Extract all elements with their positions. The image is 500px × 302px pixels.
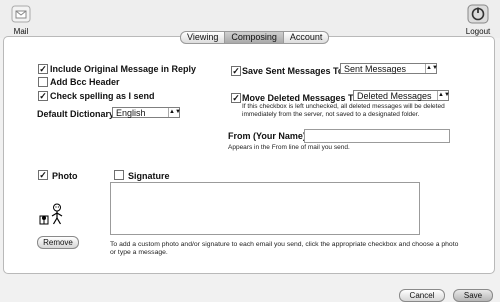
chevron-down-icon: ▲▼ xyxy=(425,64,438,73)
tab-viewing[interactable]: Viewing xyxy=(180,31,226,44)
remove-photo-button[interactable]: Remove xyxy=(37,236,79,249)
chevron-down-icon: ▲▼ xyxy=(168,108,181,117)
cancel-button[interactable]: Cancel xyxy=(399,289,445,302)
tab-bar: Viewing Composing Account xyxy=(180,31,330,44)
deleted-folder-select[interactable]: Deleted Messages ▲▼ xyxy=(353,90,450,101)
from-name-label: From (Your Name) : xyxy=(228,131,312,141)
dictionary-select[interactable]: English ▲▼ xyxy=(112,107,181,118)
signature-textarea[interactable] xyxy=(110,182,420,235)
save-sent-label: Save Sent Messages To: xyxy=(242,66,347,76)
tab-composing[interactable]: Composing xyxy=(225,31,284,44)
check-spelling-checkbox[interactable]: ✓ xyxy=(38,91,48,101)
sent-folder-select[interactable]: Sent Messages ▲▼ xyxy=(340,63,438,74)
mail-button[interactable]: Mail xyxy=(4,2,38,38)
include-original-label: Include Original Message in Reply xyxy=(50,64,197,74)
from-name-note: Appears in the From line of mail you sen… xyxy=(228,144,350,151)
from-name-input[interactable] xyxy=(304,129,450,143)
add-bcc-checkbox[interactable] xyxy=(38,77,48,87)
photo-checkbox[interactable]: ✓ xyxy=(38,170,48,180)
deleted-note: If this checkbox is left unchecked, all … xyxy=(242,103,445,118)
add-bcc-label: Add Bcc Header xyxy=(50,77,120,87)
include-original-checkbox[interactable]: ✓ xyxy=(38,64,48,74)
signature-label: Signature xyxy=(128,171,170,181)
mail-icon xyxy=(11,5,31,23)
power-icon xyxy=(467,4,489,24)
save-button[interactable]: Save xyxy=(453,289,493,302)
logout-label: Logout xyxy=(465,27,491,36)
logout-button[interactable]: Logout xyxy=(461,2,495,38)
move-deleted-label: Move Deleted Messages To: xyxy=(242,93,362,103)
dictionary-value: English xyxy=(116,108,146,118)
move-deleted-checkbox[interactable]: ✓ xyxy=(231,93,241,103)
deleted-folder-value: Deleted Messages xyxy=(357,91,432,101)
mail-label: Mail xyxy=(13,27,29,36)
signature-help: To add a custom photo and/or signature t… xyxy=(110,241,459,256)
save-sent-checkbox[interactable]: ✓ xyxy=(231,66,241,76)
check-spelling-label: Check spelling as I send xyxy=(50,91,155,101)
photo-image xyxy=(39,203,63,225)
dictionary-label: Default Dictionary: xyxy=(37,109,118,119)
photo-label: Photo xyxy=(52,171,78,181)
tab-account[interactable]: Account xyxy=(283,31,330,44)
chevron-down-icon: ▲▼ xyxy=(437,91,450,100)
sent-folder-value: Sent Messages xyxy=(344,64,407,74)
signature-checkbox[interactable] xyxy=(114,170,124,180)
